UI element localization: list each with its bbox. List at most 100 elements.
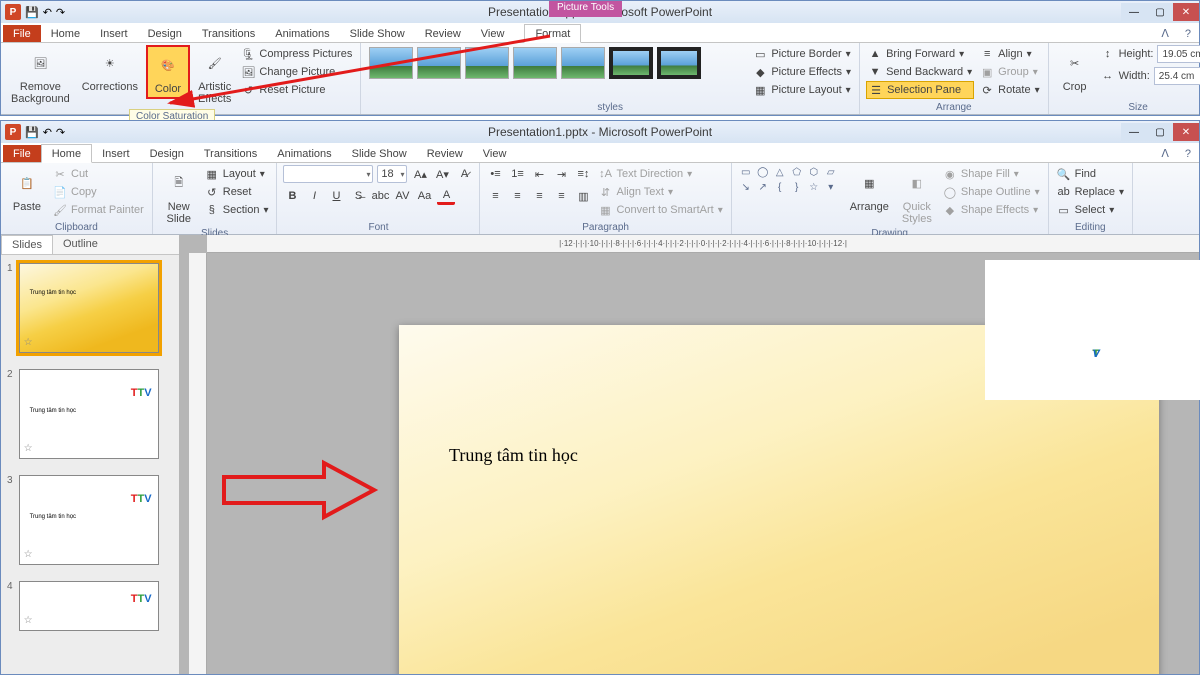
shape-fill-button[interactable]: ◉Shape Fill ▾ — [941, 165, 1042, 183]
spacing-icon[interactable]: AV — [393, 187, 411, 205]
italic-icon[interactable]: I — [305, 187, 323, 205]
align-button[interactable]: ≡Align ▾ — [978, 45, 1041, 63]
case-icon[interactable]: Aa — [415, 187, 433, 205]
tab-home[interactable]: Home — [41, 25, 90, 42]
tab-review[interactable]: Review — [415, 25, 471, 42]
picture-layout-button[interactable]: ▦Picture Layout ▾ — [751, 81, 853, 99]
tab-animations[interactable]: Animations — [267, 145, 341, 162]
ribbon-toggle-icon[interactable]: ᐱ — [1153, 25, 1177, 42]
format-painter-button[interactable]: 🖌Format Painter — [51, 201, 146, 219]
outline-tab[interactable]: Outline — [53, 235, 108, 254]
indent-dec-icon[interactable]: ⇤ — [530, 165, 548, 183]
help-icon[interactable]: ? — [1177, 146, 1199, 162]
convert-smartart-button[interactable]: ▦Convert to SmartArt ▾ — [596, 201, 724, 219]
line-spacing-icon[interactable]: ≡↕ — [574, 165, 592, 183]
strike-icon[interactable]: S̶ — [349, 187, 367, 205]
tab-design[interactable]: Design — [138, 25, 192, 42]
new-slide-button[interactable]: 🗎New Slide — [159, 165, 199, 227]
tab-view[interactable]: View — [473, 145, 517, 162]
tab-design[interactable]: Design — [140, 145, 194, 162]
save-icon[interactable]: 💾 — [25, 126, 39, 139]
slide-thumb-2[interactable]: 2 ☆TTVTrung tâm tin học — [1, 361, 179, 467]
layout-button[interactable]: ▦Layout ▾ — [203, 165, 271, 183]
copy-button[interactable]: 📄Copy — [51, 183, 146, 201]
change-picture-button[interactable]: 🖼Change Picture — [239, 63, 354, 81]
quick-styles-button[interactable]: ◧Quick Styles — [897, 165, 937, 227]
height-field[interactable]: ↕Height: 19.05 cm — [1099, 45, 1200, 63]
save-icon[interactable]: 💾 — [25, 6, 39, 19]
help-icon[interactable]: ? — [1177, 26, 1199, 42]
slide-text-content[interactable]: Trung tâm tin học — [449, 445, 578, 466]
tab-animations[interactable]: Animations — [265, 25, 339, 42]
align-text-button[interactable]: ⇵Align Text ▾ — [596, 183, 724, 201]
selection-pane-button[interactable]: ☰Selection Pane — [866, 81, 974, 99]
corrections-button[interactable]: ☀ Corrections — [78, 45, 142, 95]
remove-background-button[interactable]: 🖼 Remove Background — [7, 45, 74, 107]
bring-forward-button[interactable]: ▲Bring Forward ▾ — [866, 45, 974, 63]
group-button[interactable]: ▣Group ▾ — [978, 63, 1041, 81]
tab-view[interactable]: View — [471, 25, 515, 42]
shape-effects-button[interactable]: ◆Shape Effects ▾ — [941, 201, 1042, 219]
columns-icon[interactable]: ▥ — [574, 187, 592, 205]
compress-pictures-button[interactable]: 🗜Compress Pictures — [239, 45, 354, 63]
send-backward-button[interactable]: ▼Send Backward ▾ — [866, 63, 974, 81]
text-direction-button[interactable]: ↕AText Direction ▾ — [596, 165, 724, 183]
picture-styles-gallery[interactable] — [367, 45, 747, 81]
reset-picture-button[interactable]: ↺Reset Picture — [239, 81, 354, 99]
color-button[interactable]: 🎨 Color — [146, 45, 190, 99]
indent-inc-icon[interactable]: ⇥ — [552, 165, 570, 183]
tab-insert[interactable]: Insert — [92, 145, 140, 162]
tab-transitions[interactable]: Transitions — [194, 145, 267, 162]
ribbon-toggle-icon[interactable]: ᐱ — [1153, 145, 1177, 162]
bullets-icon[interactable]: •≡ — [486, 165, 504, 183]
grow-font-icon[interactable]: A▴ — [411, 165, 429, 183]
width-field[interactable]: ↔Width: 25.4 cm — [1099, 67, 1200, 85]
redo-icon[interactable]: ↷ — [56, 126, 65, 139]
tab-home[interactable]: Home — [41, 144, 92, 163]
slides-tab[interactable]: Slides — [1, 235, 53, 254]
numbering-icon[interactable]: 1≡ — [508, 165, 526, 183]
tab-slideshow[interactable]: Slide Show — [342, 145, 417, 162]
picture-border-button[interactable]: ▭Picture Border ▾ — [751, 45, 853, 63]
font-color-icon[interactable]: A — [437, 187, 455, 205]
tab-transitions[interactable]: Transitions — [192, 25, 265, 42]
find-button[interactable]: 🔍Find — [1055, 165, 1126, 183]
close-button[interactable]: ✕ — [1173, 3, 1199, 21]
tab-review[interactable]: Review — [417, 145, 473, 162]
slide-thumb-1[interactable]: 1 ☆Trung tâm tin học — [1, 255, 179, 361]
font-size-combo[interactable]: 18 — [377, 165, 407, 183]
shrink-font-icon[interactable]: A▾ — [433, 165, 451, 183]
slide-thumb-4[interactable]: 4 ☆TTV — [1, 573, 179, 639]
justify-icon[interactable]: ≡ — [552, 187, 570, 205]
cut-button[interactable]: ✂Cut — [51, 165, 146, 183]
maximize-button[interactable]: ▢ — [1147, 123, 1173, 141]
align-right-icon[interactable]: ≡ — [530, 187, 548, 205]
clear-format-icon[interactable]: A̷ — [455, 165, 473, 183]
undo-icon[interactable]: ↶ — [43, 126, 52, 139]
picture-effects-button[interactable]: ◆Picture Effects ▾ — [751, 63, 853, 81]
close-button[interactable]: ✕ — [1173, 123, 1199, 141]
tab-slideshow[interactable]: Slide Show — [340, 25, 415, 42]
shadow-icon[interactable]: abc — [371, 187, 389, 205]
minimize-button[interactable]: — — [1121, 123, 1147, 141]
tab-file[interactable]: File — [3, 145, 41, 162]
tab-file[interactable]: File — [3, 25, 41, 42]
maximize-button[interactable]: ▢ — [1147, 3, 1173, 21]
undo-icon[interactable]: ↶ — [43, 6, 52, 19]
slide-thumb-3[interactable]: 3 ☆TTVTrung tâm tin học — [1, 467, 179, 573]
font-face-combo[interactable] — [283, 165, 373, 183]
underline-icon[interactable]: U — [327, 187, 345, 205]
align-left-icon[interactable]: ≡ — [486, 187, 504, 205]
arrange-button[interactable]: ▦Arrange — [846, 165, 893, 215]
select-button[interactable]: ▭Select ▾ — [1055, 201, 1126, 219]
crop-button[interactable]: ✂ Crop — [1055, 45, 1095, 95]
reset-button[interactable]: ↺Reset — [203, 183, 271, 201]
redo-icon[interactable]: ↷ — [56, 6, 65, 19]
tab-insert[interactable]: Insert — [90, 25, 138, 42]
rotate-button[interactable]: ⟳Rotate ▾ — [978, 81, 1041, 99]
bold-icon[interactable]: B — [283, 187, 301, 205]
paste-button[interactable]: 📋Paste — [7, 165, 47, 215]
tab-format[interactable]: Format — [524, 24, 581, 43]
align-center-icon[interactable]: ≡ — [508, 187, 526, 205]
replace-button[interactable]: abReplace ▾ — [1055, 183, 1126, 201]
